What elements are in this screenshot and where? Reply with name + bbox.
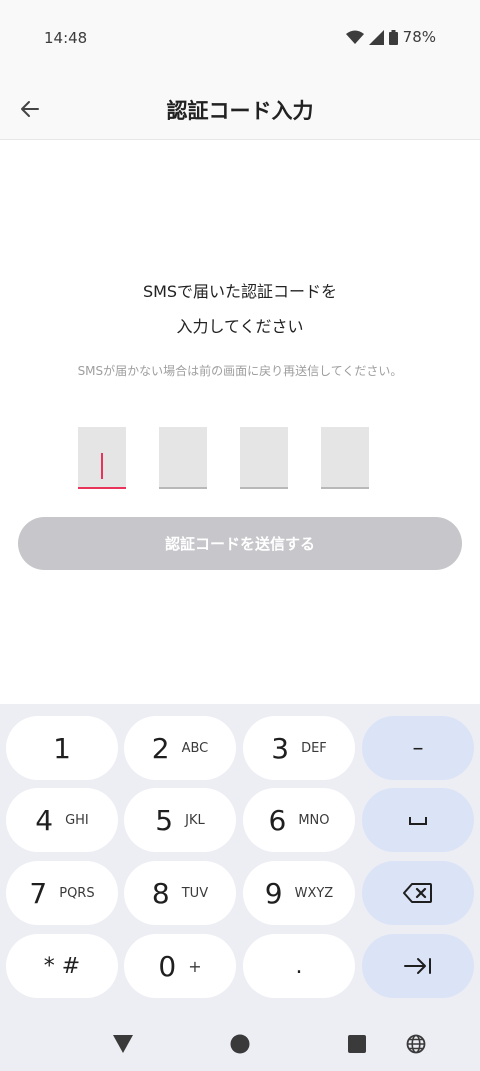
tab-next-icon [404,958,431,974]
nav-home-icon[interactable] [230,1034,250,1054]
minus-icon: – [412,735,424,761]
key-backspace[interactable] [362,861,474,925]
key-3[interactable]: 3 DEF [243,716,355,780]
key-6[interactable]: 6 MNO [243,788,355,852]
status-icons: 78% [345,28,436,46]
battery-percent: 78% [402,28,436,46]
code-digit-1[interactable] [78,427,126,489]
key-7[interactable]: 7 PQRS [6,861,118,925]
code-digit-4[interactable] [321,427,369,489]
key-8[interactable]: 8 TUV [124,861,236,925]
verification-code-inputs [78,427,369,489]
key-period[interactable]: . [243,934,355,998]
key-5[interactable]: 5 JKL [124,788,236,852]
key-2[interactable]: 2 ABC [124,716,236,780]
code-digit-3[interactable] [240,427,288,489]
signal-icon [368,29,384,45]
instruction-line-2: 入力してください [176,317,304,336]
key-space[interactable] [362,788,474,852]
instruction-line-1: SMSで届いた認証コードを [142,282,338,301]
globe-icon[interactable] [406,1034,426,1054]
key-4[interactable]: 4 GHI [6,788,118,852]
code-digit-2[interactable] [159,427,207,489]
status-time: 14:48 [44,29,88,47]
key-1[interactable]: 1 [6,716,118,780]
key-9[interactable]: 9 WXYZ [243,861,355,925]
status-bar: 14:48 78% [0,0,480,78]
key-next[interactable] [362,934,474,998]
nav-recents-icon[interactable] [348,1035,366,1053]
resend-hint: SMSが届かない場合は前の画面に戻り再送信してください。 [77,364,403,378]
submit-code-button[interactable]: 認証コードを送信する [18,517,462,570]
page-title: 認証コード入力 [166,99,314,123]
battery-icon [388,29,398,45]
nav-back-icon[interactable] [113,1035,133,1053]
wifi-icon [345,30,364,44]
key-0[interactable]: 0 + [124,934,236,998]
key-star-hash[interactable]: * # [6,934,118,998]
system-nav-bar [0,1012,480,1071]
app-bar: 認証コード入力 [0,78,480,140]
backspace-icon [403,883,432,903]
text-caret [101,453,103,479]
key-minus[interactable]: – [362,716,474,780]
space-icon [409,817,427,825]
